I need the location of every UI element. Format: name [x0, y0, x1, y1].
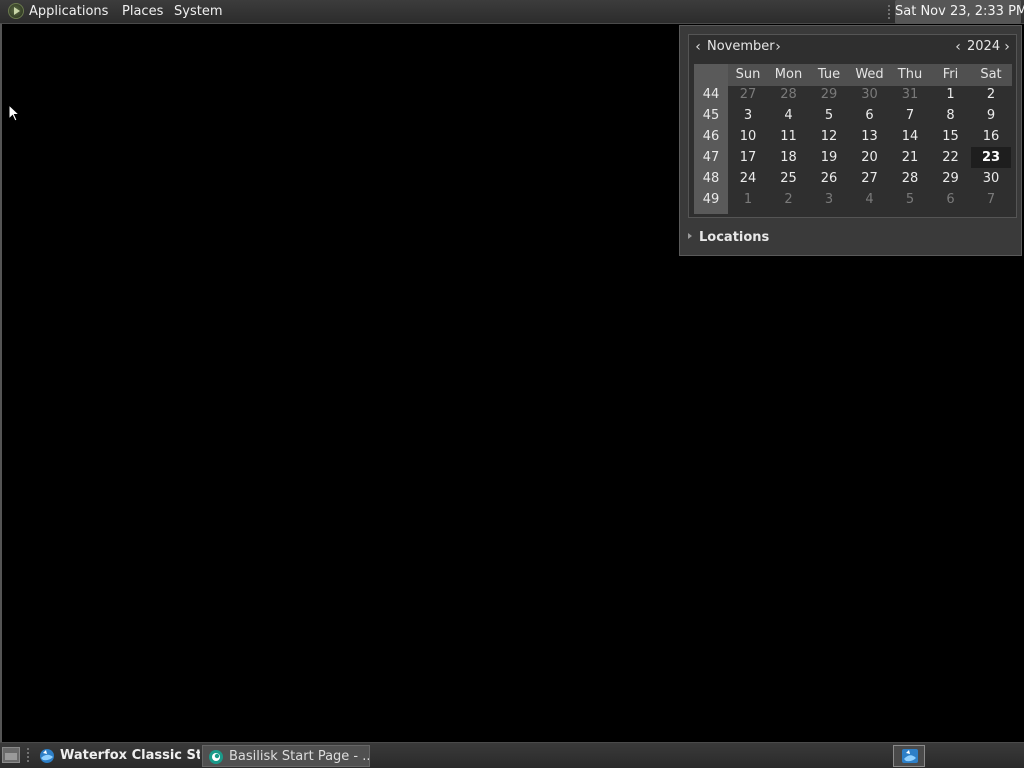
prev-year-button[interactable]: ‹	[951, 39, 965, 55]
taskbar-item-label: Basilisk Start Page - ...	[229, 749, 370, 764]
calendar-day[interactable]: 4	[769, 105, 809, 126]
taskbar-item-basilisk[interactable]: Basilisk Start Page - ...	[202, 745, 370, 767]
calendar-day[interactable]: 4	[850, 189, 890, 210]
calendar-day[interactable]: 1	[728, 189, 768, 210]
calendar-day[interactable]: 18	[769, 147, 809, 168]
calendar-day[interactable]: 22	[931, 147, 971, 168]
calendar-day[interactable]: 3	[728, 105, 768, 126]
waterfox-tray-glyph-icon	[902, 749, 918, 763]
month-label: November	[707, 39, 775, 54]
calendar-day[interactable]: 8	[931, 105, 971, 126]
waterfox-icon	[40, 749, 54, 763]
week-number: 49	[702, 192, 720, 207]
calendar-day[interactable]: 12	[809, 126, 849, 147]
applications-menu-label: Applications	[29, 4, 109, 19]
top-panel: Applications Places System Sat Nov 23, 2…	[0, 0, 1024, 24]
calendar-day[interactable]: 27	[728, 84, 768, 105]
calendar-day[interactable]: 6	[931, 189, 971, 210]
places-menu[interactable]: Places	[122, 0, 163, 24]
mouse-cursor-icon	[8, 104, 20, 122]
locations-label: Locations	[699, 230, 770, 245]
day-header-sun: Sun	[735, 67, 761, 82]
calendar-day[interactable]: 25	[769, 168, 809, 189]
calendar-day[interactable]: 5	[809, 105, 849, 126]
calendar-day[interactable]: 16	[971, 126, 1011, 147]
calendar-day[interactable]: 10	[728, 126, 768, 147]
calendar-day[interactable]: 21	[890, 147, 930, 168]
calendar-day[interactable]: 31	[890, 84, 930, 105]
clock-button[interactable]: Sat Nov 23, 2:33 PM	[895, 0, 1024, 24]
prev-month-button[interactable]: ‹	[691, 39, 705, 55]
expander-arrow-icon	[688, 233, 692, 239]
day-header-thu: Thu	[897, 67, 923, 82]
calendar-day[interactable]: 30	[850, 84, 890, 105]
calendar-day[interactable]: 14	[890, 126, 930, 147]
calendar-day[interactable]: 2	[971, 84, 1011, 105]
calendar-day[interactable]: 13	[850, 126, 890, 147]
calendar-day[interactable]: 30	[971, 168, 1011, 189]
calendar-day[interactable]: 29	[809, 84, 849, 105]
year-label: 2024	[967, 39, 1001, 54]
calendar-day[interactable]: 29	[931, 168, 971, 189]
calendar-day[interactable]: 2	[769, 189, 809, 210]
calendar-day[interactable]: 26	[809, 168, 849, 189]
calendar-day[interactable]: 17	[728, 147, 768, 168]
calendar-day[interactable]: 28	[769, 84, 809, 105]
calendar-day[interactable]: 3	[809, 189, 849, 210]
day-header-sat: Sat	[980, 67, 1002, 82]
calendar-day[interactable]: 9	[971, 105, 1011, 126]
system-menu[interactable]: System	[174, 0, 222, 24]
bottom-panel: Waterfox Classic St... Basilisk Start Pa…	[0, 742, 1024, 768]
day-header-mon: Mon	[774, 67, 803, 82]
taskbar-item-label: Waterfox Classic St...	[60, 748, 200, 763]
calendar-popup: ‹ November › ‹ 2024 › Sun Mon Tue Wed Thu Fri…	[679, 25, 1022, 256]
week-number: 44	[702, 87, 720, 102]
calendar-header: ‹ November › ‹ 2024 ›	[689, 35, 1016, 59]
panel-drag-handle[interactable]	[887, 4, 891, 20]
day-header-tue: Tue	[817, 67, 841, 82]
week-number: 48	[702, 171, 720, 186]
calendar-day[interactable]: 28	[890, 168, 930, 189]
day-header-wed: Wed	[855, 67, 884, 82]
calendar-day[interactable]: 5	[890, 189, 930, 210]
calendar-day-today[interactable]: 23	[971, 147, 1011, 168]
calendar-day[interactable]: 20	[850, 147, 890, 168]
calendar-day[interactable]: 27	[850, 168, 890, 189]
taskbar-item-waterfox[interactable]: Waterfox Classic St...	[34, 745, 200, 767]
desktop-left-edge	[0, 24, 2, 742]
calendar-day[interactable]: 7	[971, 189, 1011, 210]
waterfox-tray-icon[interactable]	[893, 745, 925, 767]
basilisk-icon	[209, 750, 223, 764]
calendar-day[interactable]: 24	[728, 168, 768, 189]
day-header-fri: Fri	[942, 67, 959, 82]
week-number: 47	[702, 150, 720, 165]
calendar-day[interactable]: 6	[850, 105, 890, 126]
week-number: 45	[702, 108, 720, 123]
calendar-widget: ‹ November › ‹ 2024 › Sun Mon Tue Wed Thu Fri…	[688, 34, 1017, 218]
calendar-day[interactable]: 15	[931, 126, 971, 147]
show-desktop-icon[interactable]	[2, 747, 20, 763]
calendar-day[interactable]: 7	[890, 105, 930, 126]
week-number: 46	[702, 129, 720, 144]
taskbar-drag-handle[interactable]	[26, 747, 30, 763]
locations-expander[interactable]: Locations	[688, 228, 769, 248]
next-year-button[interactable]: ›	[1000, 39, 1014, 55]
calendar-day[interactable]: 19	[809, 147, 849, 168]
applications-logo-icon	[8, 2, 24, 19]
calendar-day[interactable]: 11	[769, 126, 809, 147]
calendar-day[interactable]: 1	[931, 84, 971, 105]
applications-menu[interactable]: Applications	[8, 0, 108, 24]
next-month-button[interactable]: ›	[771, 39, 785, 55]
